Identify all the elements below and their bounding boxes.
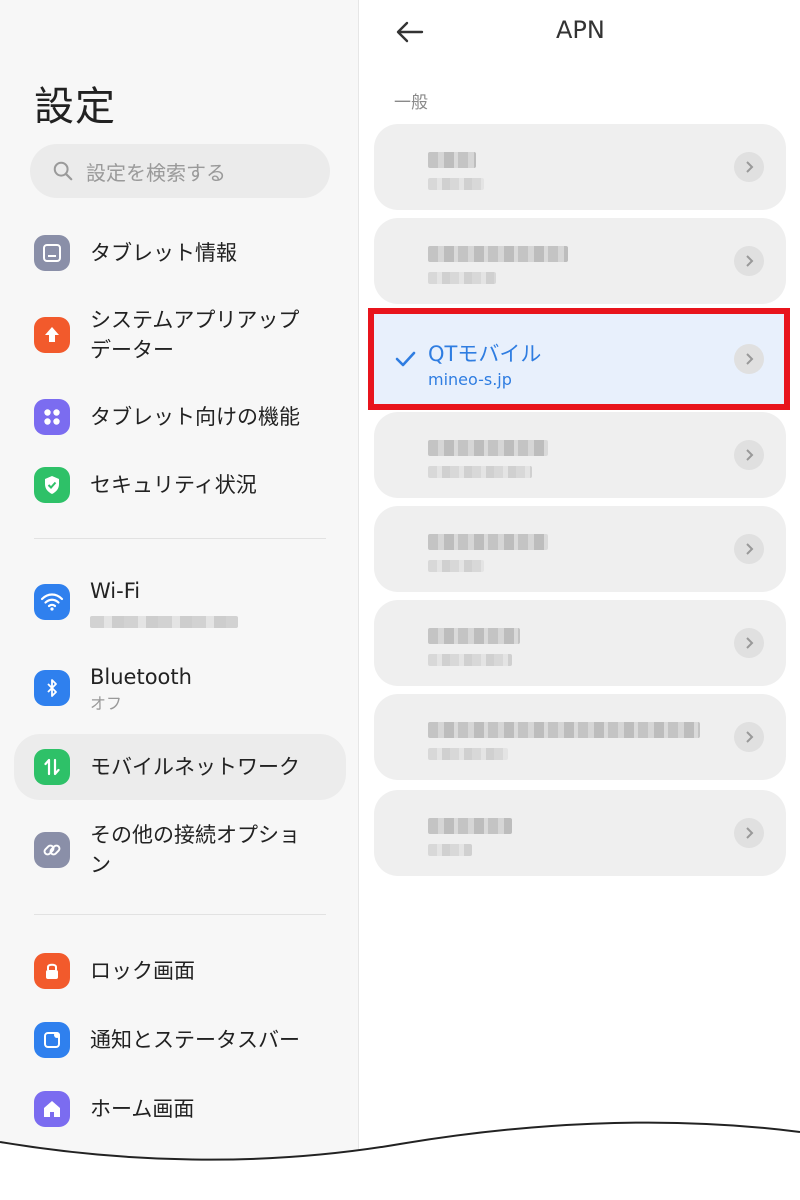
grid-dots-icon bbox=[34, 399, 70, 435]
chevron-right-icon bbox=[734, 722, 764, 752]
search-input[interactable]: 設定を検索する bbox=[30, 144, 330, 198]
settings-item-lock-screen[interactable]: ロック画面 bbox=[14, 944, 346, 998]
settings-item-label: システムアプリアップデーター bbox=[90, 308, 300, 362]
mobile-data-icon bbox=[34, 749, 70, 785]
settings-item-tablet-info[interactable]: タブレット情報 bbox=[14, 226, 346, 280]
tablet-icon bbox=[34, 235, 70, 271]
chevron-right-icon bbox=[734, 818, 764, 848]
apn-list-item[interactable] bbox=[374, 600, 786, 686]
update-arrow-icon bbox=[34, 317, 70, 353]
divider bbox=[34, 538, 326, 539]
apn-value-redacted bbox=[428, 748, 508, 760]
section-header-general: 一般 bbox=[394, 93, 428, 113]
chevron-right-icon bbox=[734, 152, 764, 182]
apn-value-redacted bbox=[428, 178, 484, 190]
apn-list-item[interactable] bbox=[374, 790, 786, 876]
chevron-right-icon bbox=[734, 440, 764, 470]
settings-item-label: セキュリティ状況 bbox=[90, 473, 257, 497]
settings-item-label: モバイルネットワーク bbox=[90, 755, 300, 779]
divider bbox=[34, 914, 326, 915]
apn-name-redacted bbox=[428, 246, 568, 262]
apn-name-redacted bbox=[428, 534, 548, 550]
bluetooth-icon bbox=[34, 670, 70, 706]
settings-item-wifi-text: Wi-Fi bbox=[90, 576, 238, 636]
settings-item-system-app-updater[interactable]: システムアプリアップデーター bbox=[14, 303, 346, 367]
settings-item-wifi[interactable]: Wi-Fi bbox=[14, 576, 346, 632]
apn-name-redacted bbox=[428, 440, 548, 456]
apn-list-item[interactable] bbox=[374, 124, 786, 210]
settings-item-label: その他の接続オプション bbox=[90, 823, 300, 877]
apn-name-redacted bbox=[428, 628, 520, 644]
apn-value-redacted bbox=[428, 560, 484, 572]
apn-list-item[interactable] bbox=[374, 412, 786, 498]
search-placeholder: 設定を検索する bbox=[86, 160, 226, 185]
page-title: 設定 bbox=[34, 84, 116, 130]
settings-item-security[interactable]: セキュリティ状況 bbox=[14, 458, 346, 512]
bluetooth-status: オフ bbox=[90, 694, 123, 713]
settings-item-label: Bluetooth bbox=[90, 665, 192, 689]
apn-list-item[interactable] bbox=[374, 218, 786, 304]
apn-value-redacted bbox=[428, 654, 512, 666]
settings-item-label: Wi-Fi bbox=[90, 579, 141, 603]
notification-icon bbox=[34, 1022, 70, 1058]
settings-item-other-connections[interactable]: その他の接続オプション bbox=[14, 818, 346, 882]
apn-value-redacted bbox=[428, 844, 472, 856]
settings-item-label: タブレット情報 bbox=[90, 241, 237, 265]
settings-item-notifications[interactable]: 通知とステータスバー bbox=[14, 1013, 346, 1067]
chevron-right-icon bbox=[734, 534, 764, 564]
page-cut-wave bbox=[0, 1121, 800, 1200]
link-icon bbox=[34, 832, 70, 868]
apn-value-redacted bbox=[428, 272, 496, 284]
highlight-frame bbox=[368, 308, 790, 410]
settings-item-bluetooth[interactable]: Bluetooth オフ bbox=[14, 662, 346, 718]
wifi-icon bbox=[34, 584, 70, 620]
chevron-right-icon bbox=[734, 628, 764, 658]
apn-name-redacted bbox=[428, 722, 700, 738]
settings-item-mobile-network[interactable]: モバイルネットワーク bbox=[14, 734, 346, 800]
lock-icon bbox=[34, 953, 70, 989]
chevron-right-icon bbox=[734, 246, 764, 276]
settings-item-label: ロック画面 bbox=[90, 959, 195, 983]
apn-list-item[interactable] bbox=[374, 694, 786, 780]
settings-item-bluetooth-text: Bluetooth オフ bbox=[90, 662, 192, 716]
apn-name-redacted bbox=[428, 152, 476, 168]
apn-list-item[interactable] bbox=[374, 506, 786, 592]
settings-item-tablet-features[interactable]: タブレット向けの機能 bbox=[14, 390, 346, 444]
settings-item-label: タブレット向けの機能 bbox=[90, 405, 300, 429]
apn-title: APN bbox=[556, 16, 605, 44]
shield-check-icon bbox=[34, 467, 70, 503]
apn-value-redacted bbox=[428, 466, 532, 478]
apn-name-redacted bbox=[428, 818, 512, 834]
settings-panel: 設定 設定を検索する タブレット情報 システムアプリアップデーター タブレット向… bbox=[0, 0, 358, 1200]
wifi-network-name-redacted bbox=[90, 616, 238, 628]
back-arrow-icon[interactable] bbox=[394, 16, 426, 48]
search-icon bbox=[53, 161, 73, 181]
settings-item-label: 通知とステータスバー bbox=[90, 1028, 300, 1052]
panel-divider bbox=[358, 0, 359, 1200]
